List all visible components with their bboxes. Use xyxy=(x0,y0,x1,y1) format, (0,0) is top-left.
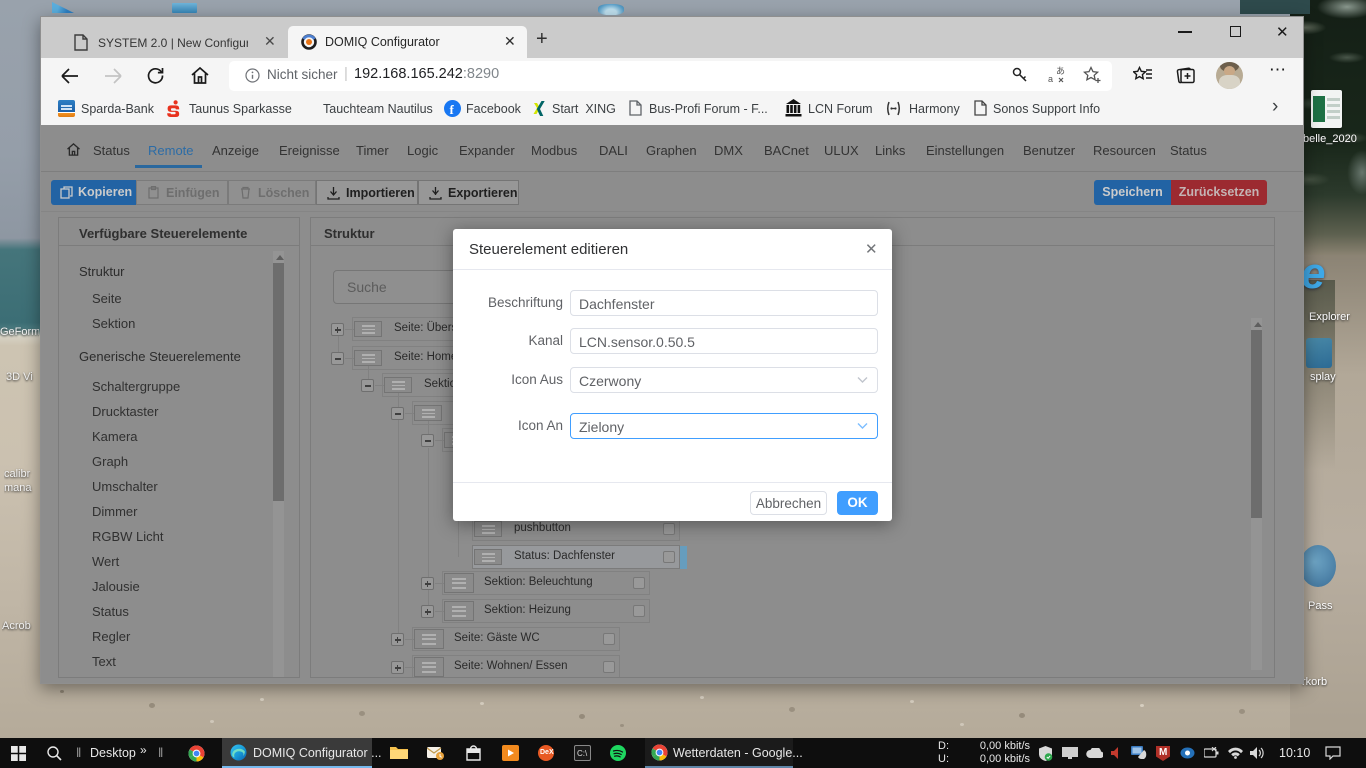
svg-text:a: a xyxy=(1048,74,1053,84)
svg-text:あ: あ xyxy=(1056,66,1065,76)
